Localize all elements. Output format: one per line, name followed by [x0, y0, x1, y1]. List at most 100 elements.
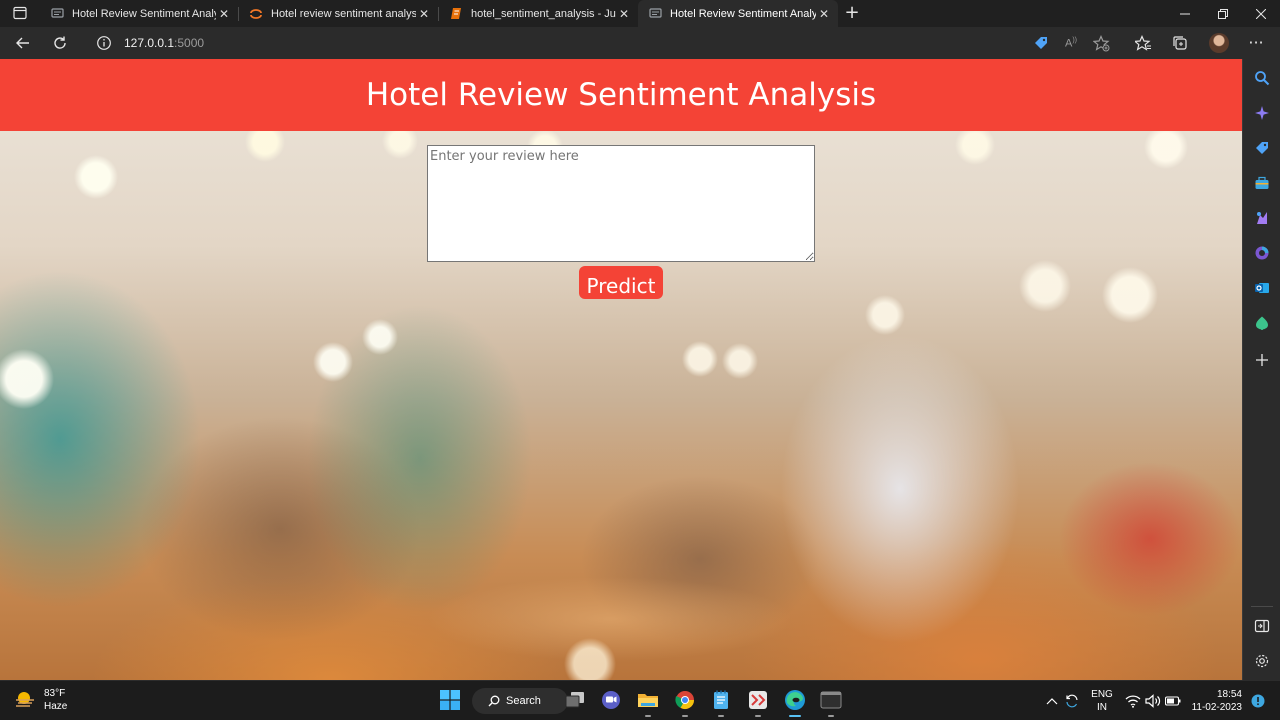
show-hidden-icons-button[interactable]	[1044, 693, 1060, 709]
edge-sidebar	[1242, 59, 1280, 680]
restore-button[interactable]	[1204, 0, 1242, 27]
sidebar-split-button[interactable]	[1251, 615, 1273, 637]
sync-tray-button[interactable]	[1064, 693, 1080, 709]
notifications-button[interactable]	[1250, 693, 1266, 709]
avatar	[1209, 33, 1229, 53]
chat-icon	[602, 691, 620, 709]
sidebar-outlook-button[interactable]	[1251, 277, 1273, 299]
collections-button[interactable]	[1168, 31, 1192, 55]
review-input[interactable]	[427, 145, 815, 262]
tab-title: Hotel Review Sentiment Analysis	[72, 7, 216, 20]
app-icon	[749, 691, 767, 709]
address-bar[interactable]: 127.0.0.1:5000	[84, 30, 1124, 56]
tab-4-active[interactable]: Hotel Review Sentiment Analysis ✕	[638, 0, 838, 27]
chrome-icon	[675, 691, 694, 710]
add-favorite-button[interactable]	[1089, 31, 1113, 55]
close-icon[interactable]: ✕	[616, 6, 632, 22]
running-indicator	[828, 715, 834, 717]
sidebar-settings-button[interactable]	[1251, 650, 1273, 672]
chevron-up-icon	[1046, 698, 1058, 705]
star-add-icon	[1092, 34, 1110, 51]
tab-3[interactable]: hotel_sentiment_analysis - Jupyte ✕	[439, 0, 638, 27]
task-view-icon	[565, 692, 584, 708]
tab-1[interactable]: Hotel Review Sentiment Analysis ✕	[40, 0, 238, 27]
profile-button[interactable]	[1207, 31, 1231, 55]
notebook-icon	[449, 7, 463, 21]
sync-icon	[1066, 694, 1078, 708]
new-tab-button[interactable]: +	[842, 3, 862, 23]
region-code: IN	[1097, 702, 1107, 713]
sidebar-games-button[interactable]	[1251, 207, 1273, 229]
settings-menu-button[interactable]: ···	[1244, 31, 1268, 55]
tab-2[interactable]: Hotel review sentiment analysis/ ✕	[239, 0, 438, 27]
tab-actions-button[interactable]	[6, 2, 34, 24]
close-icon[interactable]: ✕	[416, 6, 432, 22]
tab-title: Hotel review sentiment analysis/	[271, 7, 416, 20]
sidebar-search-button[interactable]	[1251, 67, 1273, 89]
app-button[interactable]	[745, 687, 771, 717]
close-window-button[interactable]	[1242, 0, 1280, 27]
drop-icon	[1256, 316, 1268, 330]
terminal-button[interactable]	[818, 687, 844, 717]
sidebar-tools-button[interactable]	[1251, 172, 1273, 194]
notepad-icon	[714, 690, 728, 709]
file-explorer-button[interactable]	[635, 687, 661, 717]
chat-button[interactable]	[598, 687, 624, 713]
windows-start-icon	[440, 690, 460, 710]
page-icon	[50, 7, 64, 21]
sidebar-office-button[interactable]	[1251, 242, 1273, 264]
wifi-button[interactable]	[1125, 693, 1141, 709]
terminal-icon	[820, 691, 842, 709]
settings-icon	[1255, 654, 1269, 668]
favorites-button[interactable]	[1131, 31, 1155, 55]
shopping-button[interactable]	[1029, 31, 1053, 55]
battery-button[interactable]	[1165, 693, 1181, 709]
search-icon	[1255, 71, 1270, 86]
info-icon[interactable]	[96, 35, 112, 51]
task-view-button[interactable]	[562, 687, 588, 713]
system-clock[interactable]: 18:54 11-02-2023	[1188, 688, 1242, 714]
tab-title: Hotel Review Sentiment Analysis	[670, 7, 816, 20]
notification-icon	[1251, 694, 1265, 708]
haze-icon	[16, 692, 34, 707]
running-indicator	[755, 715, 761, 717]
sidebar-shopping-button[interactable]	[1251, 137, 1273, 159]
sidebar-add-button[interactable]	[1251, 349, 1273, 371]
back-arrow-icon	[16, 37, 29, 49]
refresh-button[interactable]	[48, 31, 72, 55]
clock-time: 18:54	[1216, 689, 1242, 700]
language-indicator[interactable]: ENG IN	[1090, 688, 1114, 714]
close-icon[interactable]: ✕	[816, 6, 832, 22]
url-host: 127.0.0.1	[124, 36, 175, 50]
copilot-icon	[1255, 106, 1269, 120]
close-icon[interactable]: ✕	[216, 6, 232, 22]
weather-description: Haze	[44, 701, 68, 712]
url-port: :5000	[174, 36, 205, 50]
read-aloud-button[interactable]: A))	[1059, 31, 1083, 55]
outlook-icon	[1255, 283, 1269, 293]
back-button[interactable]	[11, 31, 35, 55]
wifi-icon	[1125, 695, 1141, 708]
notepad-button[interactable]	[708, 687, 734, 717]
volume-button[interactable]	[1145, 693, 1161, 709]
predict-button[interactable]: Predict	[579, 266, 663, 299]
running-indicator	[718, 715, 724, 717]
taskbar-search[interactable]: Search	[472, 688, 568, 714]
search-label: Search	[506, 695, 541, 707]
chrome-button[interactable]	[672, 687, 698, 717]
collections-icon	[1173, 36, 1187, 50]
language-code: ENG	[1091, 689, 1113, 700]
tab-strip: Hotel Review Sentiment Analysis ✕ Hotel …	[0, 0, 1280, 27]
close-icon	[1256, 8, 1266, 19]
weather-widget[interactable]: 83°F Haze	[14, 687, 67, 713]
tab-title: hotel_sentiment_analysis - Jupyte	[471, 7, 616, 20]
sidebar-copilot-button[interactable]	[1251, 102, 1273, 124]
minimize-icon	[1180, 13, 1190, 14]
file-explorer-icon	[638, 694, 658, 707]
sidebar-divider	[1251, 606, 1273, 607]
minimize-button[interactable]	[1166, 0, 1204, 27]
sidebar-drop-button[interactable]	[1251, 312, 1273, 334]
start-button[interactable]	[437, 687, 463, 713]
edge-button[interactable]	[782, 687, 808, 717]
restore-icon	[1218, 8, 1228, 19]
